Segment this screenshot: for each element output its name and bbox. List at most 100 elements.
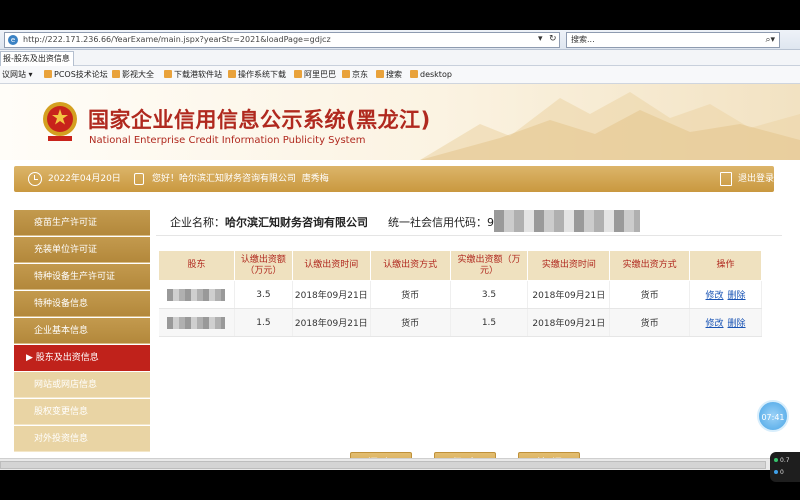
table-cell: 货币	[370, 308, 451, 337]
table-cell: 2018年09月21日	[292, 280, 371, 309]
logout-link[interactable]: 退出登录	[738, 166, 774, 192]
favorite-item[interactable]: 议网站 ▾	[2, 66, 33, 83]
shareholder-cell	[158, 308, 235, 337]
redacted-credit-code	[494, 210, 640, 232]
user-icon	[134, 173, 144, 185]
favorite-icon	[164, 70, 172, 78]
redacted-shareholder	[167, 316, 226, 329]
table-cell: 2018年09月21日	[527, 308, 611, 337]
favorite-icon	[342, 70, 350, 78]
sidebar-item-shareholders[interactable]: ▶ 股东及出资信息	[14, 345, 150, 371]
search-icon[interactable]: ⌕▾	[765, 33, 775, 47]
company-name-line: 企业名称：哈尔滨汇知财务咨询有限公司	[170, 214, 368, 230]
user-name: 唐秀梅	[301, 174, 329, 184]
ie-icon: e	[8, 35, 18, 45]
main-content: 企业名称：哈尔滨汇知财务咨询有限公司 统一社会信用代码：9 股东 认缴出资额（万…	[156, 210, 782, 458]
clock-icon	[28, 172, 42, 186]
shareholder-cell	[158, 280, 235, 309]
favorite-icon	[294, 70, 302, 78]
edit-link[interactable]: 修改	[706, 319, 724, 329]
col-header: 实缴出资方式	[609, 250, 691, 281]
horizontal-scrollbar[interactable]	[0, 458, 800, 470]
credit-code-label: 统一社会信用代码：	[388, 216, 487, 229]
sidebar-item-equity-change[interactable]: 股权变更信息	[14, 399, 150, 425]
scrollbar-thumb[interactable]	[0, 461, 766, 469]
table-row: 3.5 2018年09月21日 货币 3.5 2018年09月21日 货币 修改…	[158, 280, 762, 309]
favorite-item[interactable]: desktop	[410, 66, 452, 83]
favorite-icon	[376, 70, 384, 78]
delete-link[interactable]: 删除	[728, 319, 746, 329]
company-name: 哈尔滨汇知财务咨询有限公司	[225, 216, 368, 229]
address-url: http://222.171.236.66/YearExame/main.jsp…	[23, 35, 331, 44]
sidebar-item-filling-license[interactable]: 充装单位许可证	[14, 237, 150, 263]
sidebar-item-vaccine-license[interactable]: 疫苗生产许可证	[14, 210, 150, 236]
favorite-icon	[228, 70, 236, 78]
logout-icon[interactable]	[720, 172, 732, 186]
table-cell: 2018年09月21日	[527, 280, 611, 309]
sidebar-item-website[interactable]: 网站或网店信息	[14, 372, 150, 398]
edit-link[interactable]: 修改	[706, 291, 724, 301]
browser-tab-title: 报-股东及出资信息	[3, 54, 70, 63]
web-page: 国家企业信用信息公示系统(黑龙江) National Enterprise Cr…	[0, 84, 800, 458]
col-header: 认缴出资方式	[369, 250, 451, 281]
favorite-item[interactable]: 搜索	[376, 66, 402, 83]
site-header: 国家企业信用信息公示系统(黑龙江) National Enterprise Cr…	[0, 84, 800, 160]
col-header: 实缴出资额（万元）	[449, 250, 529, 281]
browser-tab[interactable]: 报-股东及出资信息	[0, 51, 74, 66]
table-cell: 货币	[609, 308, 691, 337]
table-cell: 货币	[370, 280, 451, 309]
sidebar-item-investment[interactable]: 对外投资信息	[14, 426, 150, 452]
table-header-row: 股东 认缴出资额（万元） 认缴出资时间 认缴出资方式 实缴出资额（万元） 实缴出…	[158, 250, 762, 281]
favorite-item[interactable]: 下载港软件站	[164, 66, 222, 83]
site-title: 国家企业信用信息公示系统(黑龙江)	[88, 108, 431, 132]
table-row: 1.5 2018年09月21日 货币 1.5 2018年09月21日 货币 修改…	[158, 308, 762, 337]
dropdown-arrow-icon[interactable]: ▾	[538, 32, 543, 46]
divider	[156, 235, 782, 236]
credit-code-prefix: 9	[487, 216, 494, 229]
favorite-icon	[112, 70, 120, 78]
table-cell: 货币	[609, 280, 691, 309]
address-bar[interactable]: e http://222.171.236.66/YearExame/main.j…	[4, 32, 560, 48]
col-header: 认缴出资时间	[291, 250, 371, 281]
national-emblem-icon	[43, 102, 77, 141]
download-dot-icon	[774, 470, 778, 474]
site-subtitle: National Enterprise Credit Information P…	[89, 135, 366, 146]
sidebar-item-special-equipment-license[interactable]: 特种设备生产许可证	[14, 264, 150, 290]
refresh-icon[interactable]: ↻	[549, 32, 557, 46]
col-header: 实缴出资时间	[527, 250, 611, 281]
delete-link[interactable]: 删除	[728, 291, 746, 301]
action-cell: 修改 删除	[689, 280, 762, 309]
table-cell: 2018年09月21日	[292, 308, 371, 337]
shareholder-table: 股东 认缴出资额（万元） 认缴出资时间 认缴出资方式 实缴出资额（万元） 实缴出…	[158, 250, 762, 337]
sidebar-item-special-equipment-info[interactable]: 特种设备信息	[14, 291, 150, 317]
col-header: 认缴出资额（万元）	[233, 250, 293, 281]
browser-address-row: e http://222.171.236.66/YearExame/main.j…	[0, 30, 800, 50]
favorite-item[interactable]: 京东	[342, 66, 368, 83]
download-speed: 0	[780, 469, 784, 476]
favorite-icon	[44, 70, 52, 78]
tab-row: 报-股东及出资信息	[0, 50, 800, 66]
favorites-bar: 议网站 ▾ PCOS技术论坛 影视大全 下载港软件站 操作系统下载 阿里巴巴 京…	[0, 66, 800, 84]
network-speed-widget: 0.7 0	[770, 452, 800, 482]
search-placeholder: 搜索...	[571, 35, 595, 44]
table-cell: 1.5	[450, 308, 529, 337]
floating-timer-badge[interactable]: 07:41	[757, 400, 789, 432]
redacted-shareholder	[167, 288, 226, 301]
info-bar: 2022年04月20日 您好！哈尔滨汇知财务咨询有限公司 唐秀梅 退出登录	[14, 166, 774, 192]
current-date: 2022年04月20日	[48, 174, 121, 184]
search-input[interactable]: 搜索... ⌕▾	[566, 32, 780, 48]
favorite-icon	[410, 70, 418, 78]
table-cell: 3.5	[234, 280, 293, 309]
sidebar: 疫苗生产许可证 充装单位许可证 特种设备生产许可证 特种设备信息 企业基本信息 …	[14, 210, 150, 458]
action-cell: 修改 删除	[689, 308, 762, 337]
screen: e http://222.171.236.66/YearExame/main.j…	[0, 0, 800, 500]
col-header: 股东	[158, 250, 235, 281]
favorite-item[interactable]: 操作系统下载	[228, 66, 286, 83]
credit-code-line: 统一社会信用代码：9	[388, 214, 494, 230]
sidebar-item-basic-info[interactable]: 企业基本信息	[14, 318, 150, 344]
favorite-item[interactable]: 阿里巴巴	[294, 66, 336, 83]
favorite-item[interactable]: PCOS技术论坛	[44, 66, 108, 83]
favorite-item[interactable]: 影视大全	[112, 66, 154, 83]
upload-speed: 0.7	[780, 457, 790, 464]
company-name-label: 企业名称：	[170, 216, 225, 229]
